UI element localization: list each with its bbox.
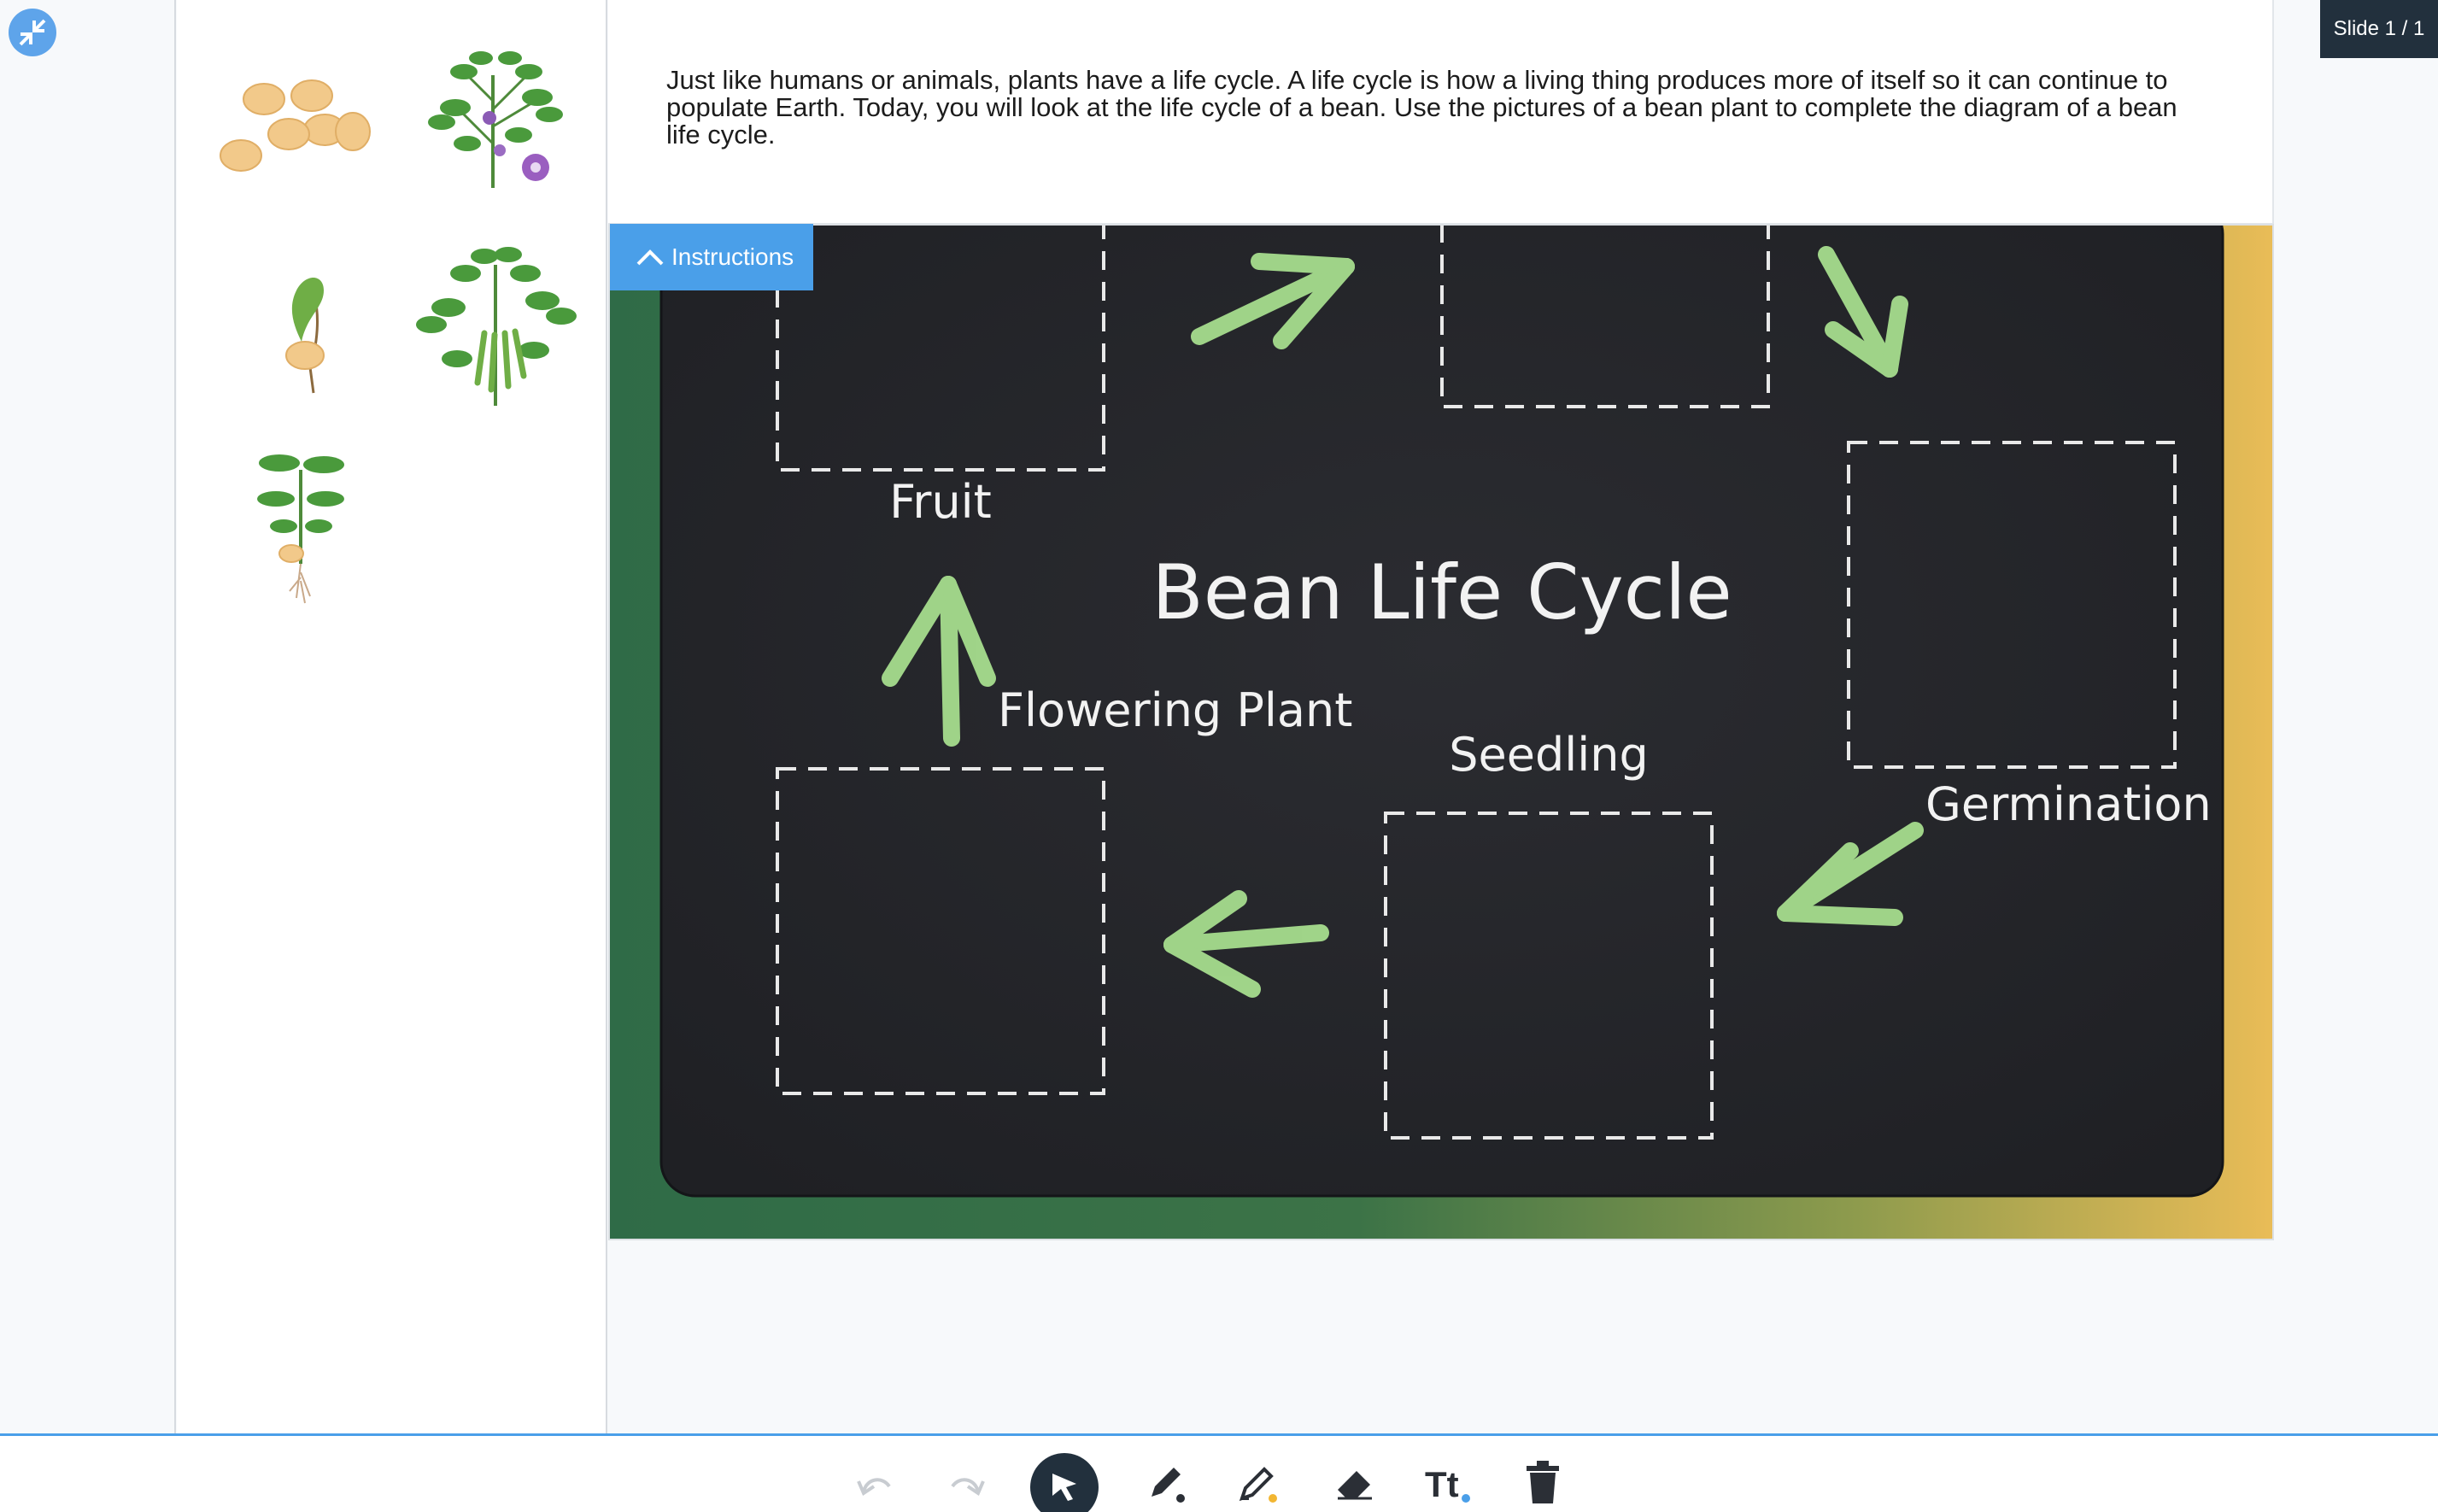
eraser-icon <box>1338 1471 1372 1500</box>
collapse-panel-button[interactable] <box>9 9 56 56</box>
sticker-germinating-seed[interactable] <box>254 265 348 401</box>
pen-icon <box>1152 1468 1185 1503</box>
select-tool-button[interactable] <box>1030 1453 1099 1512</box>
left-rail <box>0 0 176 1433</box>
prompt-text: Just like humans or animals, plants have… <box>666 65 2177 149</box>
sticker-flowering-plant[interactable] <box>407 41 578 195</box>
redo-icon <box>951 1478 985 1496</box>
sticker-seedling[interactable] <box>237 444 365 607</box>
highlighter-tool-button[interactable] <box>1223 1451 1292 1512</box>
redo-button[interactable] <box>933 1451 1001 1512</box>
instructions-label: Instructions <box>671 243 794 270</box>
board-title: Bean Life Cycle <box>1152 548 1732 636</box>
chevron-up-icon <box>636 249 664 266</box>
undo-button[interactable] <box>841 1451 909 1512</box>
text-tool-button[interactable]: Tt <box>1415 1451 1483 1512</box>
sticker-fruiting-plant[interactable] <box>406 239 585 410</box>
highlighter-icon <box>1239 1467 1277 1503</box>
eraser-tool-button[interactable] <box>1321 1451 1389 1512</box>
trash-icon <box>1527 1461 1559 1503</box>
app-frame: Just like humans or animals, plants have… <box>0 0 2438 1512</box>
label-germination: Germination <box>1925 777 2212 831</box>
undo-icon <box>857 1478 891 1496</box>
annotation-toolbar: Tt <box>0 1433 2438 1512</box>
chalkboard: Bean Life Cycle Fruit Flowering Plant Se… <box>659 226 2224 1198</box>
pen-tool-button[interactable] <box>1131 1451 1199 1512</box>
text-tt-icon: Tt <box>1425 1464 1470 1504</box>
instructions-toggle-button[interactable]: Instructions <box>610 224 813 290</box>
sticker-seeds[interactable] <box>211 68 382 188</box>
label-flowering-plant: Flowering Plant <box>998 683 1352 737</box>
sticker-tray <box>177 0 607 1433</box>
slide-indicator: Slide 1 / 1 <box>2320 0 2438 58</box>
label-seedling: Seedling <box>1449 728 1649 782</box>
pointer-arrow-icon <box>1052 1474 1076 1501</box>
activity-board: Bean Life Cycle Fruit Flowering Plant Se… <box>608 224 2274 1240</box>
svg-text:Tt: Tt <box>1425 1464 1459 1504</box>
label-fruit: Fruit <box>889 475 992 529</box>
delete-button[interactable] <box>1509 1451 1577 1512</box>
prompt-panel: Just like humans or animals, plants have… <box>608 0 2274 224</box>
collapse-arrows-icon <box>19 19 46 46</box>
